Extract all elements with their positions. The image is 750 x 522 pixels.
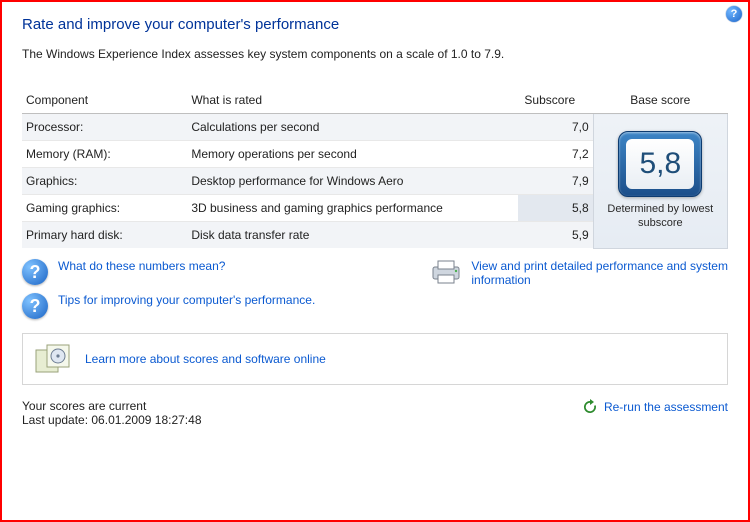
link-tips-anchor[interactable]: Tips for improving your computer's perfo… xyxy=(58,293,315,307)
cell-rated: Calculations per second xyxy=(187,114,518,141)
cell-component: Memory (RAM): xyxy=(22,141,187,168)
col-base: Base score xyxy=(593,87,727,114)
page-subtitle: The Windows Experience Index assesses ke… xyxy=(22,47,728,61)
cell-component: Processor: xyxy=(22,114,187,141)
question-icon: ? xyxy=(22,293,48,319)
link-tips: ? Tips for improving your computer's per… xyxy=(22,293,417,319)
links-right-col: View and print detailed performance and … xyxy=(429,259,728,327)
links-left-col: ? What do these numbers mean? ? Tips for… xyxy=(22,259,417,327)
table-row: Processor: Calculations per second 7,0 5… xyxy=(22,114,728,141)
cell-rated: Desktop performance for Windows Aero xyxy=(187,168,518,195)
cell-component: Graphics: xyxy=(22,168,187,195)
footer-right: Re-run the assessment xyxy=(582,399,728,415)
link-numbers-mean: ? What do these numbers mean? xyxy=(22,259,417,285)
cell-subscore: 7,0 xyxy=(518,114,593,141)
base-score-value: 5,8 xyxy=(626,139,694,189)
links-row: ? What do these numbers mean? ? Tips for… xyxy=(22,259,728,327)
cell-rated: Memory operations per second xyxy=(187,141,518,168)
refresh-icon xyxy=(582,399,598,415)
cell-subscore: 5,8 xyxy=(518,195,593,222)
printer-icon xyxy=(429,259,463,327)
last-update-label: Last update: 06.01.2009 18:27:48 xyxy=(22,413,202,427)
software-box-icon xyxy=(35,344,71,374)
base-score-cell: 5,8 Determined by lowest subscore xyxy=(593,114,727,249)
col-subscore: Subscore xyxy=(518,87,593,114)
cell-subscore: 5,9 xyxy=(518,222,593,249)
rerun-assessment-link[interactable]: Re-run the assessment xyxy=(604,400,728,414)
cell-component: Primary hard disk: xyxy=(22,222,187,249)
col-component: Component xyxy=(22,87,187,114)
base-score-caption: Determined by lowest subscore xyxy=(598,203,723,231)
col-rated: What is rated xyxy=(187,87,518,114)
link-view-print-anchor[interactable]: View and print detailed performance and … xyxy=(471,259,728,327)
cell-subscore: 7,2 xyxy=(518,141,593,168)
question-icon: ? xyxy=(22,259,48,285)
wei-window: ? Rate and improve your computer's perfo… xyxy=(0,0,750,522)
link-numbers-mean-anchor[interactable]: What do these numbers mean? xyxy=(58,259,225,273)
page-title: Rate and improve your computer's perform… xyxy=(22,16,728,33)
wei-table: Component What is rated Subscore Base sc… xyxy=(22,87,728,249)
cell-component: Gaming graphics: xyxy=(22,195,187,222)
cell-rated: Disk data transfer rate xyxy=(187,222,518,249)
cell-rated: 3D business and gaming graphics performa… xyxy=(187,195,518,222)
link-learn-more-anchor[interactable]: Learn more about scores and software onl… xyxy=(85,352,326,366)
scores-current-label: Your scores are current xyxy=(22,399,202,413)
footer-row: Your scores are current Last update: 06.… xyxy=(22,399,728,427)
learn-more-box: Learn more about scores and software onl… xyxy=(22,333,728,385)
cell-subscore: 7,9 xyxy=(518,168,593,195)
base-score-badge: 5,8 xyxy=(618,131,702,197)
footer-left: Your scores are current Last update: 06.… xyxy=(22,399,202,427)
help-icon[interactable]: ? xyxy=(726,6,742,22)
